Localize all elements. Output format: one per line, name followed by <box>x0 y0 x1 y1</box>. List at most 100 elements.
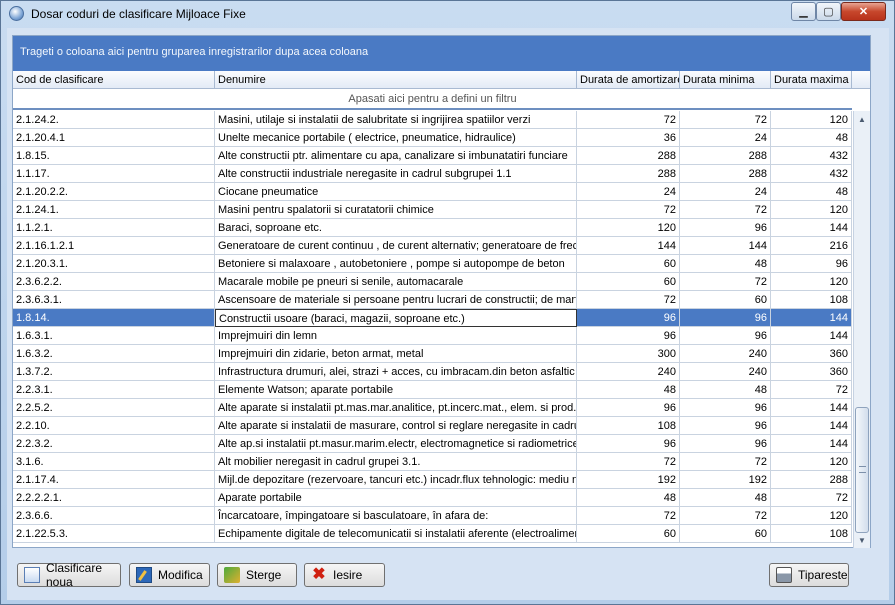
cell-durata-minima[interactable]: 240 <box>680 345 771 363</box>
cell-denumire[interactable]: Încarcatoare, împingatoare si basculatoa… <box>215 507 577 525</box>
cell-cod[interactable]: 3.1.6. <box>13 453 215 471</box>
table-row[interactable]: 1.3.7.2. Infrastructura drumuri, alei, st… <box>13 363 852 381</box>
cell-durata-minima[interactable]: 96 <box>680 219 771 237</box>
scroll-down-icon[interactable]: ▼ <box>854 532 870 548</box>
table-row[interactable]: 2.1.20.3.1. Betoniere si malaxoare , auto… <box>13 255 852 273</box>
cell-durata-maxima[interactable]: 288 <box>771 471 852 489</box>
cell-cod[interactable]: 2.1.20.4.1 <box>13 129 215 147</box>
cell-denumire[interactable]: Echipamente digitale de telecomunicatii … <box>215 525 577 543</box>
table-row[interactable]: 2.1.24.2. Masini, utilaje si instalatii d… <box>13 111 852 129</box>
table-row[interactable]: 1.6.3.2. Imprejmuiri din zidarie, beton a… <box>13 345 852 363</box>
cell-durata-amortizare[interactable]: 24 <box>577 183 680 201</box>
scroll-up-icon[interactable]: ▲ <box>854 111 870 127</box>
title-bar[interactable]: Dosar coduri de clasificare Mijloace Fix… <box>1 1 894 27</box>
minimize-button[interactable]: ▁ <box>791 2 816 21</box>
cell-durata-minima[interactable]: 60 <box>680 525 771 543</box>
table-row[interactable]: 2.1.20.2.2. Ciocane pneumatice 24 24 48 <box>13 183 852 201</box>
cell-durata-maxima[interactable]: 48 <box>771 183 852 201</box>
table-row[interactable]: 1.6.3.1. Imprejmuiri din lemn 96 96 144 <box>13 327 852 345</box>
column-header-cod[interactable]: Cod de clasificare <box>13 71 215 89</box>
cell-durata-amortizare[interactable]: 300 <box>577 345 680 363</box>
table-row[interactable]: 1.1.2.1. Baraci, soproane etc. 120 96 144 <box>13 219 852 237</box>
cell-durata-minima[interactable]: 72 <box>680 273 771 291</box>
cell-durata-amortizare[interactable]: 72 <box>577 201 680 219</box>
new-classification-button[interactable]: Clasificare noua <box>17 561 121 589</box>
cell-cod[interactable]: 2.1.17.4. <box>13 471 215 489</box>
cell-durata-maxima[interactable]: 432 <box>771 147 852 165</box>
cell-denumire[interactable]: Masini pentru spalatorii si curatatorii … <box>215 201 577 219</box>
cell-durata-maxima[interactable]: 144 <box>771 327 852 345</box>
cell-durata-amortizare[interactable]: 36 <box>577 129 680 147</box>
cell-durata-minima[interactable]: 192 <box>680 471 771 489</box>
table-row[interactable]: 2.1.16.1.2.1 Generatoare de curent contin… <box>13 237 852 255</box>
cell-durata-amortizare[interactable]: 288 <box>577 147 680 165</box>
cell-cod[interactable]: 2.2.10. <box>13 417 215 435</box>
cell-cod[interactable]: 2.1.16.1.2.1 <box>13 237 215 255</box>
table-row[interactable]: 1.1.17. Alte constructii industriale nere… <box>13 165 852 183</box>
group-by-panel[interactable]: Trageti o coloana aici pentru gruparea i… <box>13 36 870 71</box>
cell-denumire[interactable]: Infrastructura drumuri, alei, strazi + a… <box>215 363 577 381</box>
cell-durata-maxima[interactable]: 120 <box>771 453 852 471</box>
cell-cod[interactable]: 2.2.3.1. <box>13 381 215 399</box>
vertical-scrollbar[interactable]: ▲ ▼ <box>853 111 870 548</box>
cell-durata-maxima[interactable]: 360 <box>771 363 852 381</box>
cell-durata-minima[interactable]: 96 <box>680 435 771 453</box>
cell-durata-minima[interactable]: 72 <box>680 111 771 129</box>
cell-durata-amortizare[interactable]: 192 <box>577 471 680 489</box>
cell-durata-amortizare[interactable]: 144 <box>577 237 680 255</box>
cell-durata-amortizare[interactable]: 108 <box>577 417 680 435</box>
cell-durata-maxima[interactable]: 96 <box>771 255 852 273</box>
table-row[interactable]: 2.2.5.2. Alte aparate si instalatii pt.ma… <box>13 399 852 417</box>
cell-denumire[interactable]: Alte aparate si instalatii pt.mas.mar.an… <box>215 399 577 417</box>
cell-denumire[interactable]: Unelte mecanice portabile ( electrice, p… <box>215 129 577 147</box>
cell-durata-minima[interactable]: 144 <box>680 237 771 255</box>
cell-durata-minima[interactable]: 72 <box>680 453 771 471</box>
cell-durata-minima[interactable]: 288 <box>680 165 771 183</box>
table-row[interactable]: 2.3.6.3.1. Ascensoare de materiale si per… <box>13 291 852 309</box>
cell-durata-minima[interactable]: 72 <box>680 201 771 219</box>
cell-cod[interactable]: 1.6.3.1. <box>13 327 215 345</box>
cell-durata-maxima[interactable]: 108 <box>771 525 852 543</box>
cell-durata-amortizare[interactable]: 96 <box>577 435 680 453</box>
exit-button[interactable]: ✖ Iesire <box>304 563 385 587</box>
cell-denumire[interactable]: Alte aparate si instalatii de masurare, … <box>215 417 577 435</box>
cell-durata-maxima[interactable]: 72 <box>771 489 852 507</box>
cell-durata-maxima[interactable]: 108 <box>771 291 852 309</box>
print-button[interactable]: Tipareste <box>769 563 849 587</box>
table-row[interactable]: 2.1.17.4. Mijl.de depozitare (rezervoare,… <box>13 471 852 489</box>
cell-cod[interactable]: 2.1.20.2.2. <box>13 183 215 201</box>
cell-cod[interactable]: 1.1.2.1. <box>13 219 215 237</box>
cell-cod[interactable]: 2.2.3.2. <box>13 435 215 453</box>
cell-durata-maxima[interactable]: 144 <box>771 435 852 453</box>
cell-denumire[interactable]: Alte constructii industriale neregasite … <box>215 165 577 183</box>
cell-cod[interactable]: 2.3.6.2.2. <box>13 273 215 291</box>
cell-denumire[interactable]: Alt mobilier neregasit in cadrul grupei … <box>215 453 577 471</box>
cell-denumire[interactable]: Elemente Watson; aparate portabile <box>215 381 577 399</box>
cell-durata-minima[interactable]: 96 <box>680 327 771 345</box>
column-header-durata-minima[interactable]: Durata minima <box>680 71 771 89</box>
cell-durata-minima[interactable]: 96 <box>680 417 771 435</box>
table-row[interactable]: 3.1.6. Alt mobilier neregasit in cadrul g… <box>13 453 852 471</box>
close-button[interactable]: ✕ <box>841 2 886 21</box>
cell-cod[interactable]: 2.3.6.3.1. <box>13 291 215 309</box>
cell-durata-maxima[interactable]: 48 <box>771 129 852 147</box>
maximize-button[interactable]: ▢ <box>816 2 841 21</box>
cell-durata-minima[interactable]: 48 <box>680 489 771 507</box>
table-row[interactable]: 2.1.22.5.3. Echipamente digitale de telec… <box>13 525 852 543</box>
cell-durata-minima[interactable]: 72 <box>680 507 771 525</box>
cell-durata-minima[interactable]: 96 <box>680 399 771 417</box>
cell-cod[interactable]: 2.3.6.6. <box>13 507 215 525</box>
cell-durata-amortizare[interactable]: 72 <box>577 291 680 309</box>
cell-denumire[interactable]: Generatoare de curent continuu , de cure… <box>215 237 577 255</box>
cell-durata-amortizare[interactable]: 60 <box>577 525 680 543</box>
cell-durata-amortizare[interactable]: 48 <box>577 381 680 399</box>
cell-denumire[interactable]: Mijl.de depozitare (rezervoare, tancuri … <box>215 471 577 489</box>
table-row[interactable]: 1.8.14. Constructii usoare (baraci, magaz… <box>13 309 852 327</box>
cell-durata-amortizare[interactable]: 240 <box>577 363 680 381</box>
cell-durata-amortizare[interactable]: 72 <box>577 453 680 471</box>
edit-button[interactable]: Modifica <box>129 563 210 587</box>
cell-cod[interactable]: 2.2.5.2. <box>13 399 215 417</box>
cell-durata-minima[interactable]: 288 <box>680 147 771 165</box>
cell-cod[interactable]: 1.1.17. <box>13 165 215 183</box>
cell-durata-maxima[interactable]: 144 <box>771 399 852 417</box>
